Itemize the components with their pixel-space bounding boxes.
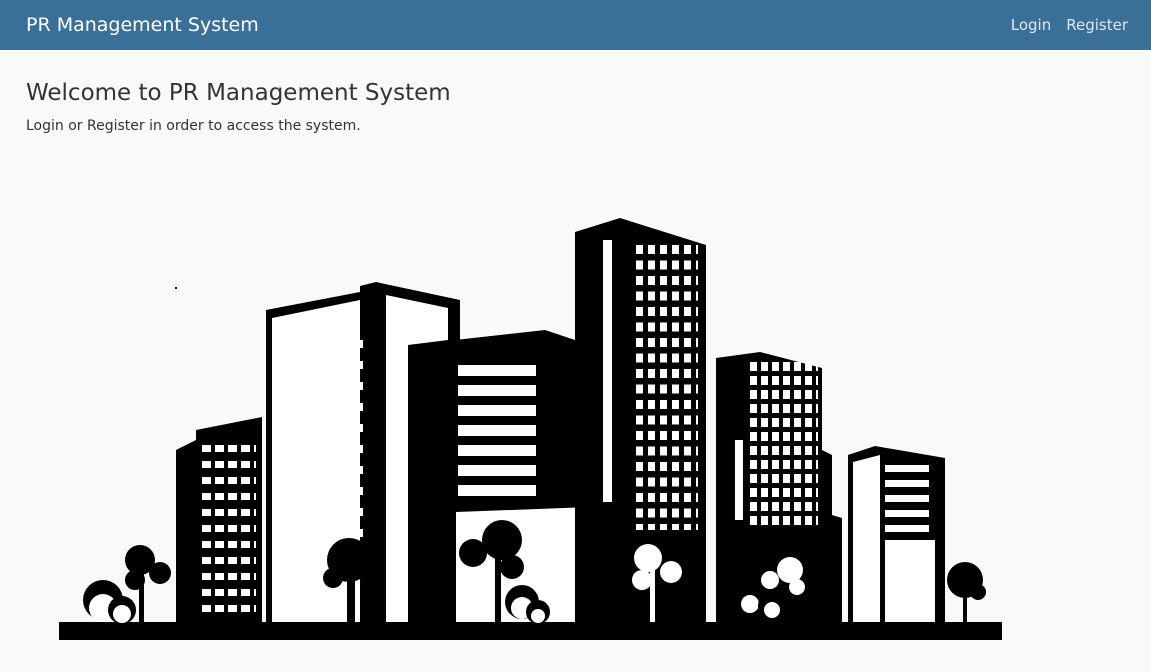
nav-links: Login Register xyxy=(1011,16,1128,34)
building-far-right xyxy=(848,446,945,622)
top-navbar: PR Management System Login Register xyxy=(0,0,1151,50)
city-skyline-illustration xyxy=(59,218,1002,640)
tree-right xyxy=(947,562,986,622)
login-link[interactable]: Login xyxy=(1011,16,1051,34)
brand-link[interactable]: PR Management System xyxy=(26,14,259,36)
tree-left xyxy=(83,545,171,624)
building-left xyxy=(176,417,262,622)
building-right-mid xyxy=(716,352,842,622)
register-link[interactable]: Register xyxy=(1066,16,1128,34)
ground-line xyxy=(59,622,1002,640)
